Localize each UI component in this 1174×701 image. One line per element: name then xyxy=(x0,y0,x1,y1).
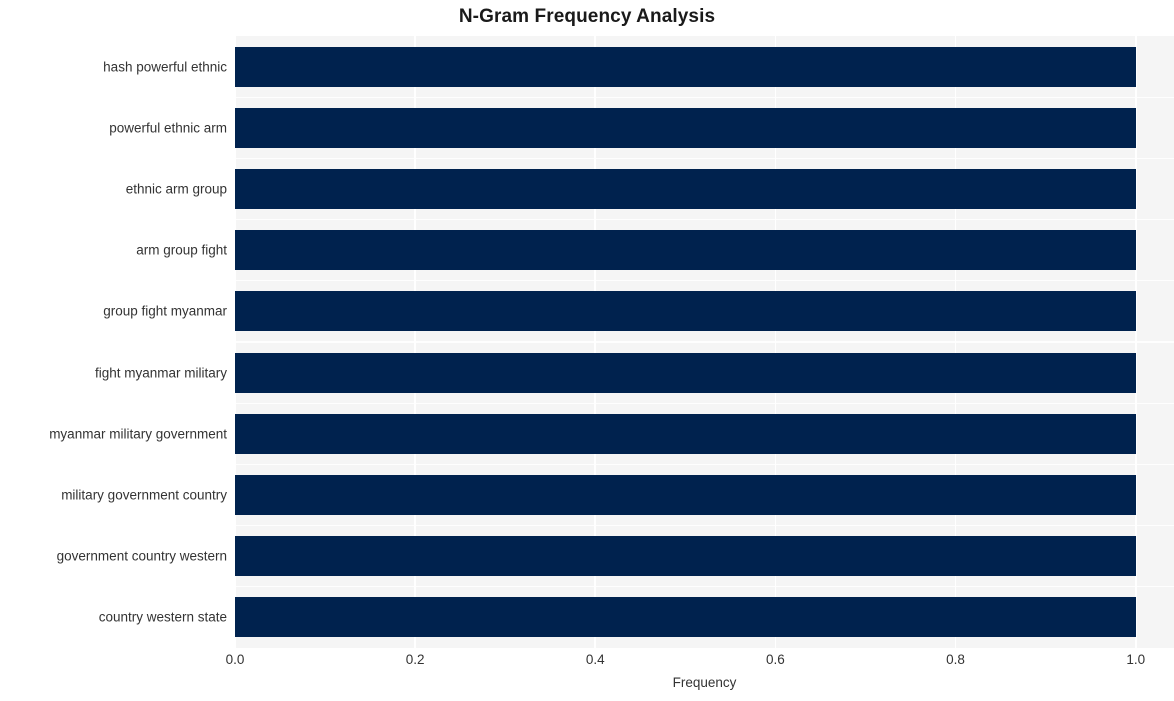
y-axis-tick-label: myanmar military government xyxy=(49,426,227,442)
bar xyxy=(235,46,1136,87)
y-axis-tick-label: group fight myanmar xyxy=(103,303,227,319)
horizontal-gridline-2 xyxy=(235,157,1174,160)
bar xyxy=(235,168,1136,210)
x-axis-title: Frequency xyxy=(672,675,737,690)
horizontal-gridline-7 xyxy=(235,463,1174,466)
y-axis-tick-label: country western state xyxy=(98,609,227,625)
bar xyxy=(235,352,1136,393)
x-axis-tick-label: 0.0 xyxy=(225,652,245,667)
horizontal-gridline-8 xyxy=(235,524,1174,527)
horizontal-gridline-6 xyxy=(235,402,1174,404)
x-axis-tick-labels: 0.0 0.2 0.4 0.6 0.8 1.0 xyxy=(226,652,1174,672)
chart-title: N-Gram Frequency Analysis xyxy=(458,6,716,27)
y-axis-tick-label: military government country xyxy=(61,487,227,503)
chart-figure: N-Gram Frequency Analysis hash powerful … xyxy=(0,0,1174,701)
bar xyxy=(235,107,1136,148)
horizontal-gridline-4 xyxy=(235,280,1174,282)
y-axis-tick-label: hash powerful ethnic xyxy=(103,59,227,75)
x-axis-tick-label: 1.0 xyxy=(1126,652,1146,667)
y-axis-tick-label: government country western xyxy=(56,548,227,564)
x-axis-tick-label: 0.2 xyxy=(405,652,425,667)
bar xyxy=(235,474,1136,516)
y-axis-tick-labels: hash powerful ethnic powerful ethnic arm e… xyxy=(0,36,227,648)
x-axis-tick-label: 0.8 xyxy=(946,652,965,667)
plot-area xyxy=(235,36,1174,648)
horizontal-gridline-5 xyxy=(235,341,1174,343)
y-axis-tick-label: powerful ethnic arm xyxy=(109,120,227,136)
bar xyxy=(235,291,1136,332)
x-axis-tick-label: 0.6 xyxy=(766,652,785,667)
horizontal-gridline-1 xyxy=(235,96,1174,98)
y-axis-tick-label: arm group fight xyxy=(136,242,227,258)
bar xyxy=(235,536,1136,577)
x-axis-tick-label: 0.4 xyxy=(585,652,605,667)
bar xyxy=(235,597,1136,638)
bar xyxy=(235,230,1136,271)
horizontal-gridline-3 xyxy=(235,218,1174,221)
y-axis-tick-label: fight myanmar military xyxy=(94,365,227,381)
bar xyxy=(235,413,1136,454)
horizontal-gridline-9 xyxy=(235,586,1174,588)
y-axis-tick-label: ethnic arm group xyxy=(125,181,227,197)
